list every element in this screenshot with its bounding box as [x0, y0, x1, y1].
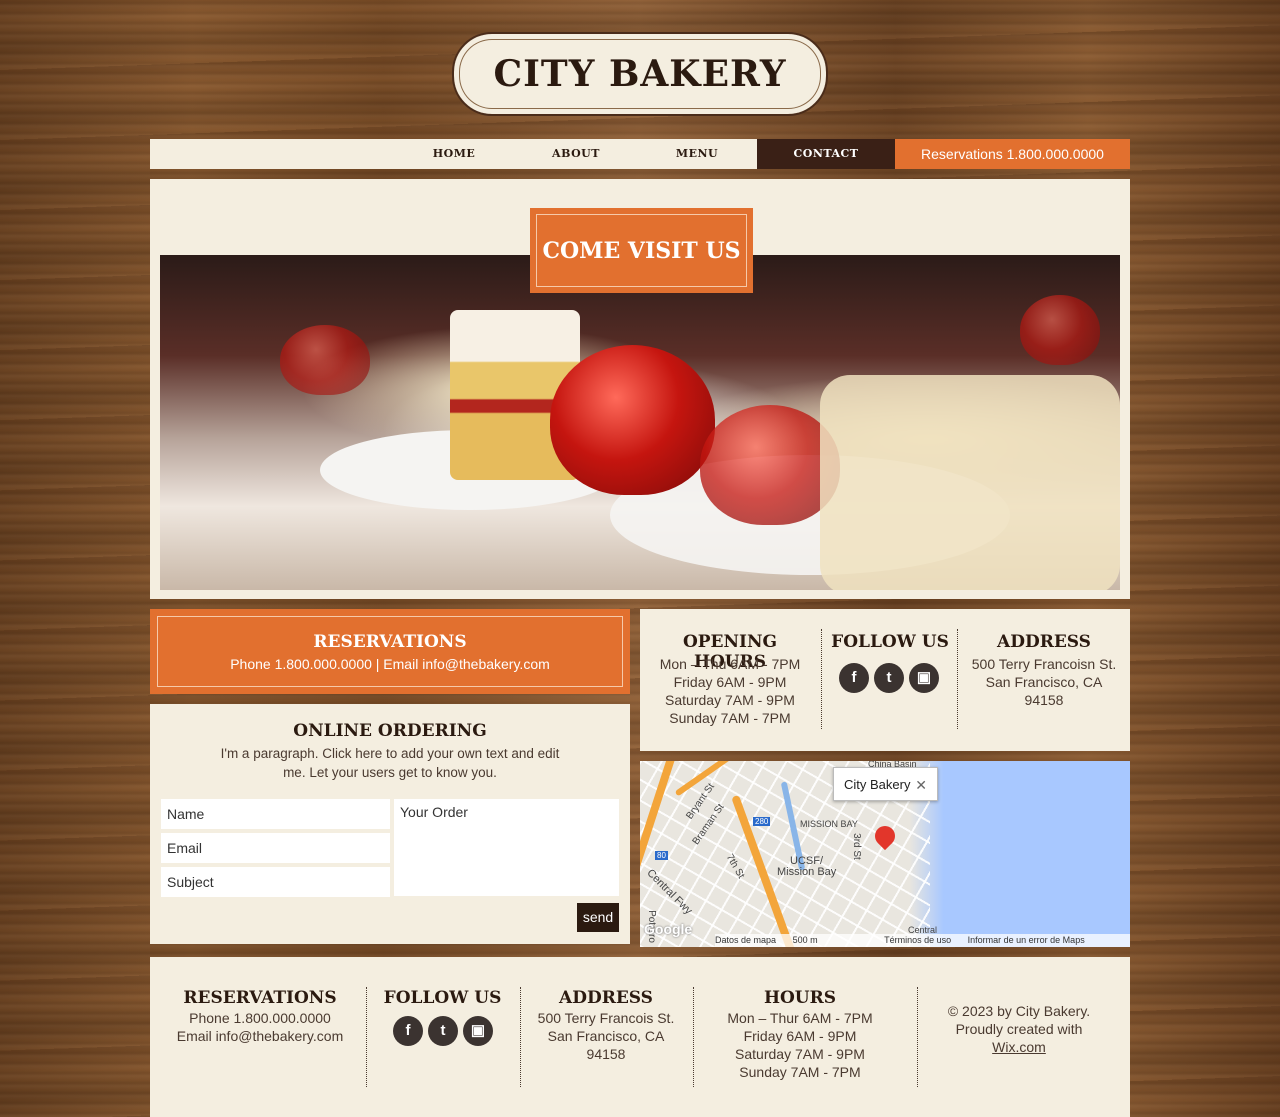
divider	[520, 987, 521, 1087]
online-ordering-form: ONLINE ORDERING I'm a paragraph. Click h…	[150, 704, 630, 944]
send-button[interactable]: send	[577, 903, 619, 932]
reservations-contact: Phone 1.800.000.0000 | Email info@thebak…	[230, 656, 550, 672]
footer-hours: Mon – Thur 6AM - 7PM Friday 6AM - 9PM Sa…	[700, 1009, 900, 1081]
subject-field[interactable]: Subject	[161, 867, 390, 897]
strawberry	[550, 345, 715, 495]
highway-shield: 80	[655, 851, 668, 860]
info-panel: OPENING HOURS Mon – Thu 6AM - 7PM Friday…	[640, 609, 1130, 751]
instagram-icon[interactable]: ▣	[463, 1016, 493, 1046]
wix-link[interactable]: Wix.com	[925, 1038, 1113, 1056]
footer-reservations-email: Email info@thebakery.com	[176, 1028, 344, 1044]
divider	[693, 987, 694, 1087]
instagram-icon[interactable]: ▣	[909, 663, 939, 693]
address-line: San Francisco, CA	[547, 1028, 665, 1044]
divider	[917, 987, 918, 1087]
footer-address: 500 Terry Francois St. San Francisco, CA…	[525, 1009, 687, 1063]
hero-image	[160, 255, 1120, 590]
footer-credits: © 2023 by City Bakery. Proudly created w…	[925, 1002, 1113, 1056]
come-visit-badge: COME VISIT US	[530, 208, 753, 293]
divider	[366, 987, 367, 1087]
nav-menu[interactable]: MENU	[637, 139, 757, 169]
map-terms-link[interactable]: Términos de uso	[884, 935, 951, 945]
email-field[interactable]: Email	[161, 833, 390, 863]
nav-reservations-button[interactable]: Reservations 1.800.000.0000	[895, 139, 1130, 169]
map-label: 3rd St	[850, 833, 862, 860]
online-ordering-paragraph: I'm a paragraph. Click here to add your …	[220, 746, 560, 780]
reservations-box: RESERVATIONS Phone 1.800.000.0000 | Emai…	[150, 609, 630, 694]
created-with: Proudly created with	[955, 1021, 1083, 1037]
address-line: 500 Terry Francois St.	[537, 1010, 675, 1026]
order-textarea[interactable]: Your Order	[394, 799, 619, 896]
hours-line: Friday 6AM - 9PM	[743, 1028, 857, 1044]
hours-line: Saturday 7AM - 9PM	[735, 1046, 865, 1062]
map-report-link[interactable]: Informar de un error de Maps	[968, 935, 1085, 945]
hours-line: Friday 6AM - 9PM	[673, 674, 787, 690]
copyright: © 2023 by City Bakery.	[947, 1003, 1091, 1019]
map-scale: 500 m	[792, 935, 818, 945]
hours-line: Sunday 7AM - 7PM	[739, 1064, 861, 1080]
site-logo[interactable]: CITY BAKERY	[452, 32, 828, 116]
close-icon[interactable]: ✕	[915, 768, 927, 802]
opening-hours-list: Mon – Thu 6AM - 7PM Friday 6AM - 9PM Sat…	[650, 655, 810, 727]
divider	[821, 629, 822, 729]
name-field[interactable]: Name	[161, 799, 390, 829]
address-line: San Francisco, CA	[985, 674, 1103, 690]
follow-us-title: FOLLOW US	[831, 632, 949, 652]
nav-contact[interactable]: CONTACT	[757, 139, 895, 169]
facebook-icon[interactable]: f	[839, 663, 869, 693]
facebook-icon[interactable]: f	[393, 1016, 423, 1046]
twitter-icon[interactable]: t	[428, 1016, 458, 1046]
address-line: 500 Terry Francoisn St.	[971, 656, 1117, 672]
footer-hours-title: HOURS	[763, 988, 837, 1008]
nav-home[interactable]: HOME	[395, 139, 513, 169]
site-title: CITY BAKERY	[493, 53, 787, 95]
hours-line: Mon – Thu 6AM - 7PM	[659, 656, 801, 672]
twitter-icon[interactable]: t	[874, 663, 904, 693]
hours-line: Sunday 7AM - 7PM	[669, 710, 791, 726]
map-label: Mission Bay	[777, 866, 837, 878]
main-nav: HOME ABOUT MENU CONTACT Reservations 1.8…	[150, 139, 1130, 169]
reservations-title: RESERVATIONS	[313, 632, 467, 652]
location-map[interactable]: Bryant St Braman St 7th St 3rd St MISSIO…	[640, 761, 1130, 947]
site-footer: RESERVATIONS Phone 1.800.000.0000 Email …	[150, 957, 1130, 1117]
divider	[957, 629, 958, 729]
google-logo: Google	[644, 921, 693, 937]
hero-heading: COME VISIT US	[542, 237, 741, 264]
online-ordering-title: ONLINE ORDERING	[293, 721, 487, 741]
nav-about[interactable]: ABOUT	[515, 139, 637, 169]
footer-address-title: ADDRESS	[559, 988, 653, 1008]
map-popup-title: City Bakery	[844, 777, 911, 792]
hours-line: Mon – Thur 6AM - 7PM	[727, 1010, 873, 1026]
address-title: ADDRESS	[997, 632, 1091, 652]
footer-reservations-phone: Phone 1.800.000.0000	[189, 1010, 331, 1026]
highway-shield: 280	[753, 817, 771, 826]
map-footer: Datos de mapa 500 m Términos de uso Info…	[715, 934, 1130, 947]
address-line: 94158	[1024, 692, 1064, 708]
map-data-link[interactable]: Datos de mapa	[715, 935, 776, 945]
footer-follow-title: FOLLOW US	[383, 988, 502, 1008]
footer-reservations-title: RESERVATIONS	[183, 988, 337, 1008]
address-block: 500 Terry Francoisn St. San Francisco, C…	[960, 655, 1128, 709]
map-label: MISSION BAY	[800, 819, 858, 829]
address-line: 94158	[586, 1046, 626, 1062]
hours-line: Saturday 7AM - 9PM	[665, 692, 795, 708]
map-popup: City Bakery ✕	[833, 767, 938, 801]
